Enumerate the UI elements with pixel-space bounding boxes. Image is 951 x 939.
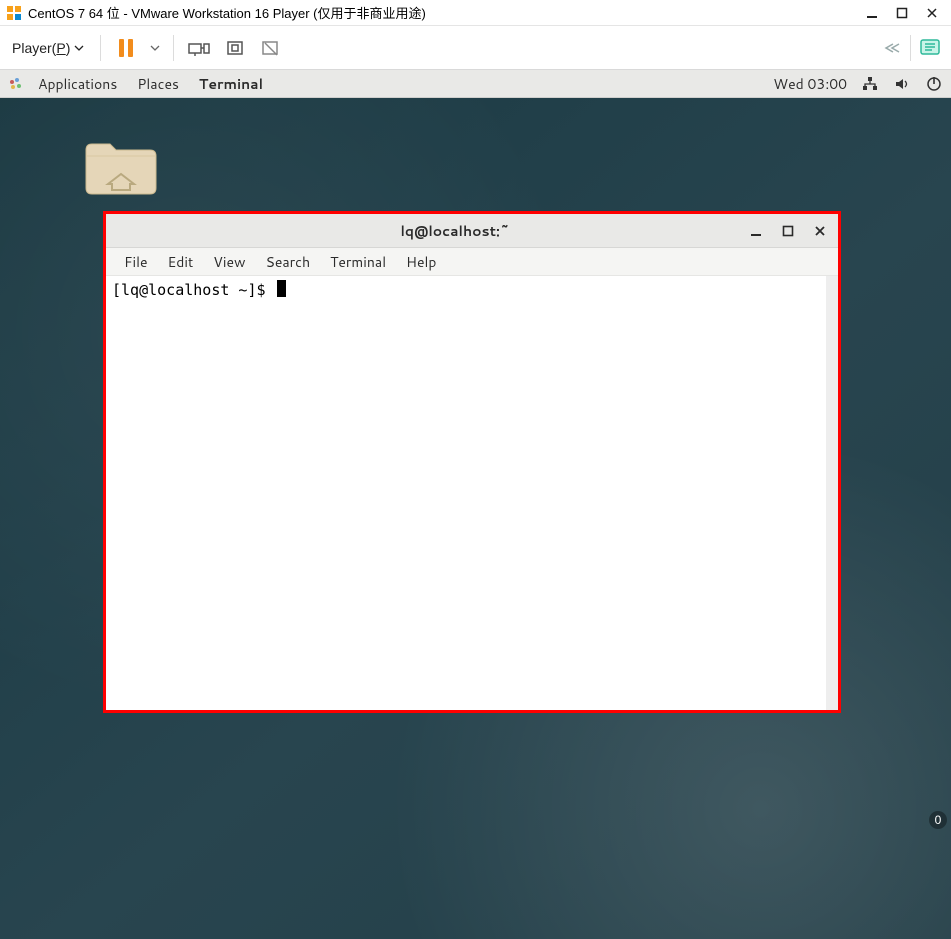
chevron-down-icon [74, 43, 84, 53]
vmware-app-icon [6, 5, 22, 21]
power-dropdown-button[interactable] [147, 33, 163, 63]
activities-icon[interactable] [8, 76, 24, 92]
network-indicator-icon[interactable] [861, 75, 879, 93]
gnome-topbar: Applications Places Terminal Wed 03:00 [0, 70, 951, 98]
terminal-menu-view[interactable]: View [203, 252, 255, 272]
terminal-menu-file[interactable]: File [114, 252, 158, 272]
terminal-maximize-button[interactable] [776, 219, 800, 243]
osd-badge: 0 [929, 811, 947, 829]
unity-mode-button[interactable] [256, 33, 286, 63]
power-indicator-icon[interactable] [925, 75, 943, 93]
host-maximize-button[interactable] [887, 0, 917, 26]
send-ctrl-alt-del-button[interactable] [184, 33, 214, 63]
terminal-title-text: lq@localhost:~ [174, 221, 736, 241]
shrink-toolbar-button[interactable] [876, 33, 906, 63]
volume-indicator-icon[interactable] [893, 75, 911, 93]
terminal-titlebar[interactable]: lq@localhost:~ [106, 214, 838, 248]
vmware-toolbar: Player(P) [0, 26, 951, 70]
gnome-menu-applications[interactable]: Applications [28, 74, 127, 94]
terminal-scrollbar[interactable] [826, 276, 838, 710]
player-menu-label: Player(P) [12, 40, 70, 56]
terminal-menu-edit[interactable]: Edit [158, 252, 204, 272]
terminal-menu-terminal[interactable]: Terminal [320, 252, 396, 272]
terminal-menu-help[interactable]: Help [396, 252, 446, 272]
terminal-body[interactable]: [lq@localhost ~]$ [106, 276, 838, 710]
host-close-button[interactable] [917, 0, 947, 26]
vmware-titlebar: CentOS 7 64 位 - VMware Workstation 16 Pl… [0, 0, 951, 26]
host-minimize-button[interactable] [857, 0, 887, 26]
fullscreen-button[interactable] [220, 33, 250, 63]
gnome-clock[interactable]: Wed 03:00 [773, 74, 847, 94]
toolbar-separator [173, 35, 174, 61]
desktop-home-folder-icon[interactable] [82, 138, 160, 216]
toolbar-separator [910, 35, 911, 61]
message-log-button[interactable] [915, 33, 945, 63]
terminal-cursor [277, 280, 286, 297]
terminal-menubar: File Edit View Search Terminal Help [106, 248, 838, 276]
player-menu-button[interactable]: Player(P) [6, 37, 90, 59]
terminal-prompt: [lq@localhost ~]$ [112, 281, 275, 299]
terminal-window: lq@localhost:~ File Edit View Search Ter… [106, 214, 838, 710]
vmware-title-text: CentOS 7 64 位 - VMware Workstation 16 Pl… [28, 3, 426, 22]
toolbar-separator [100, 35, 101, 61]
gnome-menu-terminal[interactable]: Terminal [189, 74, 273, 94]
pause-vm-button[interactable] [111, 33, 141, 63]
annotation-highlight: lq@localhost:~ File Edit View Search Ter… [103, 211, 841, 713]
terminal-close-button[interactable] [808, 219, 832, 243]
gnome-menu-places[interactable]: Places [127, 74, 189, 94]
terminal-menu-search[interactable]: Search [256, 252, 321, 272]
guest-screen: Applications Places Terminal Wed 03:00 [0, 70, 951, 939]
terminal-minimize-button[interactable] [744, 219, 768, 243]
